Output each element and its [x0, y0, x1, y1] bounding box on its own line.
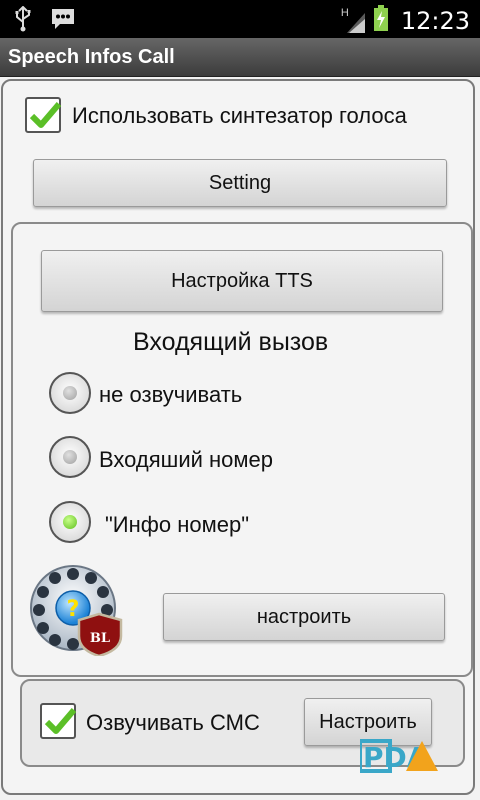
blacklist-badge-text: BL	[90, 631, 110, 646]
radio-incoming-number-label[interactable]: Входяший номер	[99, 447, 273, 473]
radio-incoming-number[interactable]	[49, 436, 91, 478]
tts-settings-button[interactable]: Настройка TTS	[41, 250, 443, 312]
app-title: Speech Infos Call	[8, 46, 175, 68]
blacklist-dialer-icon: ? BL	[29, 564, 129, 658]
incoming-call-panel: Настройка TTS Входящий вызов не озвучива…	[11, 222, 473, 677]
tts-checkbox[interactable]	[25, 97, 61, 133]
radio-info-number-label[interactable]: "Инфо номер"	[105, 512, 249, 538]
incoming-call-heading: Входящий вызов	[133, 328, 329, 356]
blacklist-configure-button[interactable]: настроить	[163, 593, 445, 641]
sms-checkbox[interactable]	[40, 703, 76, 739]
title-bar: Speech Infos Call	[0, 38, 480, 77]
radio-no-voice[interactable]	[49, 372, 91, 414]
radio-no-voice-label[interactable]: не озвучивать	[99, 382, 242, 408]
status-bar: H 12:23	[0, 0, 480, 38]
radio-info-number[interactable]	[49, 501, 91, 543]
settings-panel: Использовать синтезатор голоса Setting Н…	[1, 79, 475, 795]
battery-charging-icon	[373, 4, 389, 37]
svg-text:?: ?	[67, 597, 80, 622]
main-content: Использовать синтезатор голоса Setting Н…	[0, 77, 480, 800]
setting-button[interactable]: Setting	[33, 159, 447, 207]
sms-notification-icon	[50, 7, 76, 36]
check-icon	[29, 102, 61, 128]
usb-icon	[14, 5, 32, 37]
signal-icon: H	[341, 7, 367, 35]
sms-checkbox-label[interactable]: Озвучивать СМС	[86, 710, 260, 736]
status-time: 12:23	[400, 6, 470, 35]
check-icon	[44, 708, 76, 734]
tts-checkbox-label[interactable]: Использовать синтезатор голоса	[72, 103, 407, 129]
pda-watermark-logo: PDA	[358, 737, 460, 782]
